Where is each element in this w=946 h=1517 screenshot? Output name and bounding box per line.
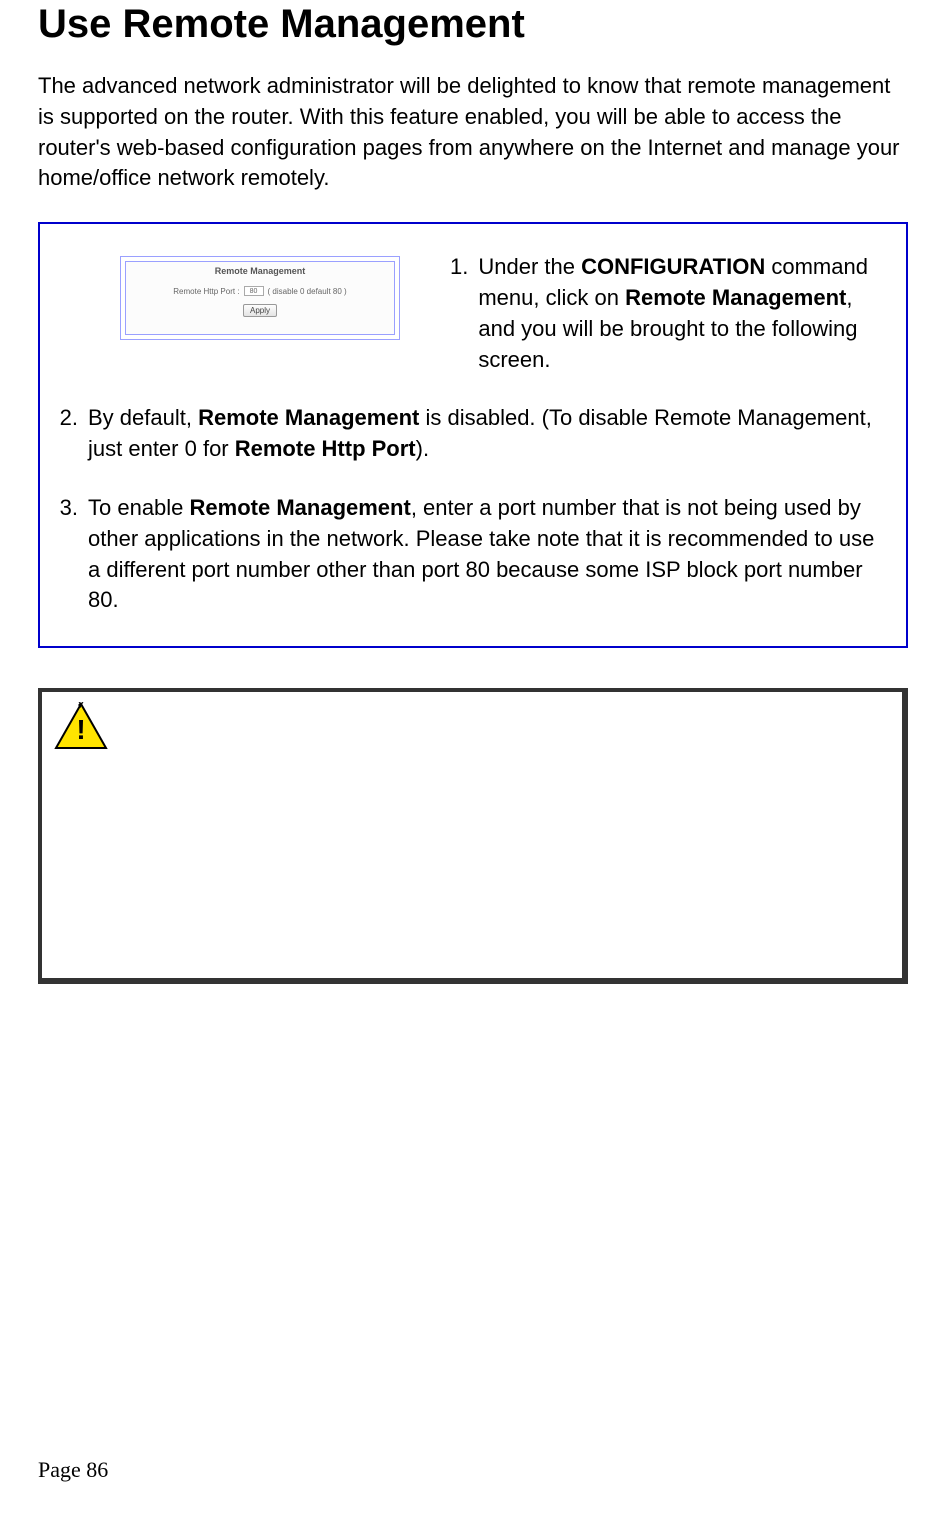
thumb-field-label: Remote Http Port :: [173, 287, 239, 296]
thumb-heading: Remote Management: [215, 266, 306, 276]
intro-paragraph: The advanced network administrator will …: [38, 71, 908, 194]
page-title: Use Remote Management: [38, 0, 908, 47]
step-3-bold-1: Remote Management: [190, 495, 411, 520]
step-2-marker: 2.: [54, 403, 78, 465]
page-number: Page 86: [38, 1457, 108, 1483]
step-3-text-a: To enable: [88, 495, 190, 520]
thumb-apply-button: Apply: [243, 304, 277, 317]
thumb-field-value: 80: [244, 286, 264, 296]
step-3-marker: 3.: [54, 493, 78, 616]
warning-icon: !: [54, 702, 108, 752]
step-2-text-c: ).: [416, 436, 429, 461]
thumb-field-hint: ( disable 0 default 80 ): [268, 287, 347, 296]
step-2-bold-1: Remote Management: [198, 405, 419, 430]
step-1: 1. Under the CONFIGURATION command menu,…: [450, 252, 876, 375]
step-1-text-a: Under the: [478, 254, 581, 279]
step-1-marker: 1.: [450, 252, 468, 375]
step-1-bold-1: CONFIGURATION: [581, 254, 765, 279]
screenshot-thumbnail: Remote Management Remote Http Port : 80 …: [70, 252, 430, 375]
step-2: 2. By default, Remote Management is disa…: [54, 403, 876, 465]
warning-box: !: [38, 688, 908, 984]
svg-text:!: !: [76, 714, 85, 745]
instruction-box: Remote Management Remote Http Port : 80 …: [38, 222, 908, 648]
step-3: 3. To enable Remote Management, enter a …: [54, 493, 876, 616]
step-2-bold-2: Remote Http Port: [235, 436, 416, 461]
step-2-text-a: By default,: [88, 405, 198, 430]
step-1-bold-2: Remote Management: [625, 285, 846, 310]
